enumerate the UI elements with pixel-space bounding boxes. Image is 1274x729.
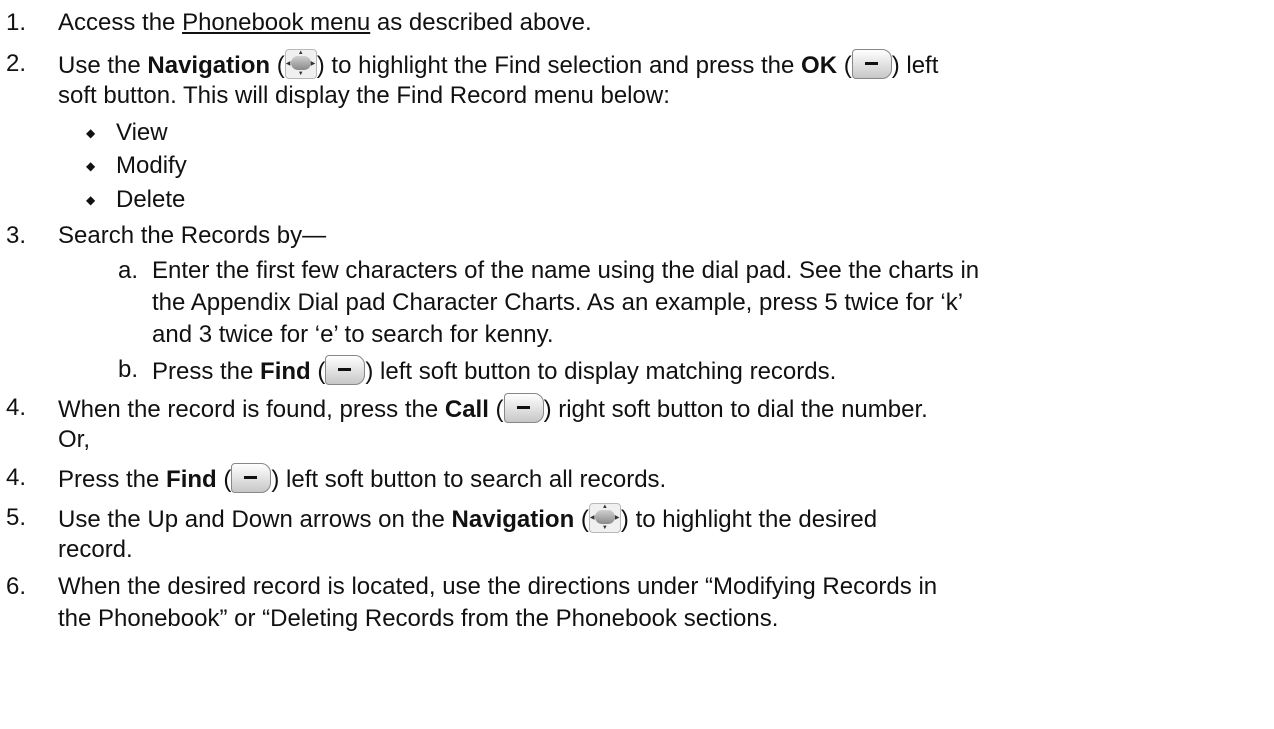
step-3a-line3: and 3 twice for ‘e’ to search for kenny. xyxy=(152,321,554,348)
soft-button-icon xyxy=(851,49,892,79)
step-number: 4. xyxy=(6,394,27,421)
step-6-continued: the Phonebook” or “Deleting Records from… xyxy=(58,605,779,632)
navigation-key-icon: ▲ ▼ ◀ ▶ xyxy=(284,49,317,79)
step-2-continued: soft button. This will display the Find … xyxy=(58,82,670,109)
soft-button-icon xyxy=(325,355,366,385)
step-number: 6. xyxy=(6,573,27,600)
step-number: 3. xyxy=(6,222,27,249)
navigation-key-icon: ▲ ▼ ◀ ▶ xyxy=(588,503,621,533)
soft-button-icon xyxy=(503,393,544,423)
step-3a-line2: the Appendix Dial pad Character Charts. … xyxy=(152,289,964,316)
soft-button-icon xyxy=(231,463,272,493)
step-number: 2. xyxy=(6,50,27,77)
step-number: 5. xyxy=(6,504,27,531)
diamond-bullet-icon: ◆ xyxy=(86,193,96,207)
phonebook-menu-link[interactable]: Phonebook menu xyxy=(182,9,370,36)
diamond-bullet-icon: ◆ xyxy=(86,126,96,140)
step-number: 1. xyxy=(6,9,27,36)
step-4-continued: Or, xyxy=(58,426,91,453)
document-page: 1. Access the Phonebook menu as describe… xyxy=(6,9,980,632)
diamond-bullet-icon: ◆ xyxy=(86,159,96,173)
step-5-continued: record. xyxy=(58,536,133,563)
step-number: 4. xyxy=(6,464,27,491)
